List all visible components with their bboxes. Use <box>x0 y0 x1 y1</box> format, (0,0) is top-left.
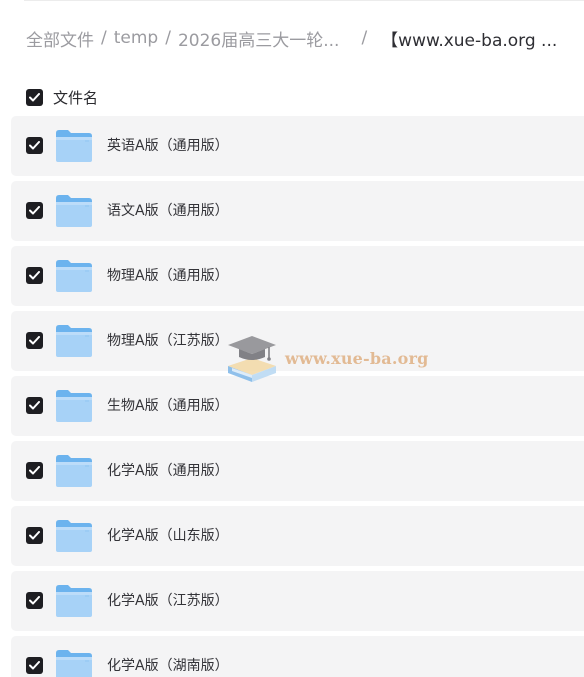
file-row[interactable]: 化学A版（江苏版） <box>11 571 584 631</box>
file-row[interactable]: 英语A版（通用版） <box>11 116 584 176</box>
folder-icon <box>56 260 92 292</box>
list-header: 文件名 <box>26 86 98 108</box>
breadcrumb-current: 【www.xue-ba.org ... <box>381 30 558 51</box>
checkmark-icon <box>29 401 40 410</box>
breadcrumb-item-all-files[interactable]: 全部文件 <box>26 26 94 51</box>
top-divider <box>24 0 584 1</box>
checkmark-icon <box>29 141 40 150</box>
file-row[interactable]: 物理A版（江苏版） <box>11 311 584 371</box>
folder-icon <box>56 585 92 617</box>
file-name[interactable]: 化学A版（江苏版） <box>107 571 229 631</box>
checkmark-icon <box>29 466 40 475</box>
folder-icon <box>56 130 92 162</box>
checkmark-icon <box>29 206 40 215</box>
checkmark-icon <box>29 596 40 605</box>
file-name[interactable]: 生物A版（通用版） <box>107 376 229 436</box>
file-row-checkbox[interactable] <box>26 462 43 479</box>
file-row-checkbox[interactable] <box>26 527 43 544</box>
file-row[interactable]: 化学A版（山东版） <box>11 506 584 566</box>
file-row-checkbox[interactable] <box>26 137 43 154</box>
file-name[interactable]: 化学A版（通用版） <box>107 441 229 501</box>
folder-icon <box>56 195 92 227</box>
file-row[interactable]: 生物A版（通用版） <box>11 376 584 436</box>
column-header-filename[interactable]: 文件名 <box>53 87 98 108</box>
file-row-checkbox[interactable] <box>26 267 43 284</box>
checkmark-icon <box>29 531 40 540</box>
breadcrumb-separator: / <box>101 28 107 48</box>
file-name[interactable]: 物理A版（江苏版） <box>107 311 229 371</box>
file-row-checkbox[interactable] <box>26 592 43 609</box>
breadcrumb-separator: / <box>361 28 368 48</box>
file-row-checkbox[interactable] <box>26 397 43 414</box>
breadcrumb-separator: / <box>165 28 171 48</box>
folder-icon <box>56 325 92 357</box>
file-row-checkbox[interactable] <box>26 332 43 349</box>
breadcrumb: 全部文件 / temp / 2026届高三大一轮... / 【www.xue-b… <box>26 26 558 51</box>
folder-icon <box>56 455 92 487</box>
folder-icon <box>56 520 92 552</box>
file-name[interactable]: 化学A版（山东版） <box>107 506 229 566</box>
file-name[interactable]: 语文A版（通用版） <box>107 181 229 241</box>
file-row[interactable]: 化学A版（湖南版） <box>11 636 584 677</box>
file-row[interactable]: 物理A版（通用版） <box>11 246 584 306</box>
file-name[interactable]: 英语A版（通用版） <box>107 116 229 176</box>
checkmark-icon <box>29 661 40 670</box>
file-name[interactable]: 化学A版（湖南版） <box>107 636 229 677</box>
checkmark-icon <box>29 92 40 101</box>
file-name[interactable]: 物理A版（通用版） <box>107 246 229 306</box>
breadcrumb-item-folder[interactable]: 2026届高三大一轮... <box>178 26 339 51</box>
select-all-checkbox[interactable] <box>26 88 43 106</box>
checkmark-icon <box>29 271 40 280</box>
file-row[interactable]: 语文A版（通用版） <box>11 181 584 241</box>
file-browser: 全部文件 / temp / 2026届高三大一轮... / 【www.xue-b… <box>0 0 584 677</box>
file-list: 英语A版（通用版） 语文A版（通用版） 物理A版（通用版） 物理A版（江苏版） 生物A版… <box>11 116 584 677</box>
folder-icon <box>56 650 92 677</box>
file-row-checkbox[interactable] <box>26 657 43 674</box>
file-row[interactable]: 化学A版（通用版） <box>11 441 584 501</box>
checkmark-icon <box>29 336 40 345</box>
folder-icon <box>56 390 92 422</box>
breadcrumb-item-temp[interactable]: temp <box>114 28 158 48</box>
file-row-checkbox[interactable] <box>26 202 43 219</box>
